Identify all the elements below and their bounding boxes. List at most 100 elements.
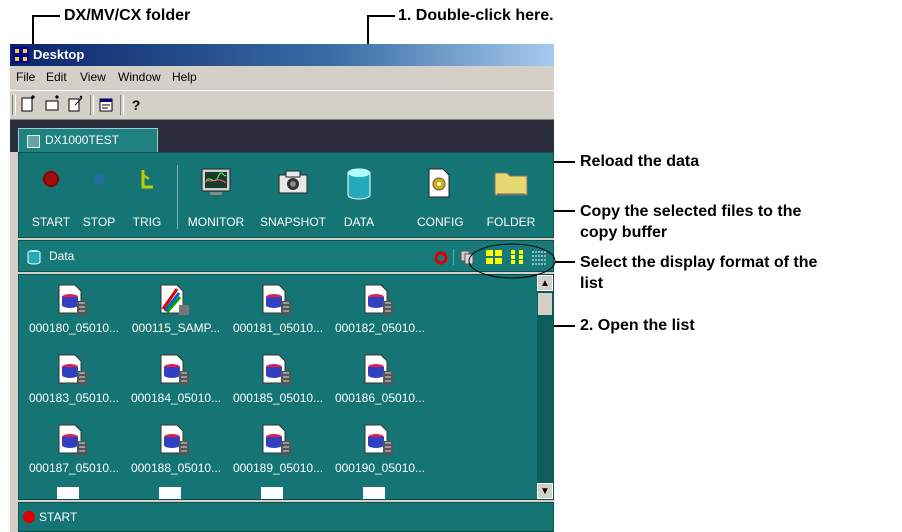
trig-label: TRIG [132, 215, 162, 229]
data-file-icon [364, 284, 393, 315]
snapshot-button[interactable]: SNAPSHOT [255, 161, 331, 231]
data-file-icon [160, 424, 189, 455]
list-title: Data [49, 249, 75, 263]
new-folder-icon[interactable] [42, 95, 62, 115]
list-item[interactable]: 000183_05010... [23, 345, 125, 415]
file-name: 000190_05010... [334, 461, 426, 475]
menu-window[interactable]: Window [118, 70, 161, 84]
monitor-button[interactable]: MONITOR [181, 161, 251, 231]
file-name: 000182_05010... [334, 321, 426, 335]
new-icon[interactable] [18, 95, 38, 115]
desktop-window: Desktop File Edit View Window Help ? DX1… [10, 44, 554, 532]
menu-edit[interactable]: Edit [46, 70, 67, 84]
menu-help[interactable]: Help [172, 70, 197, 84]
standard-toolbar: ? [10, 90, 554, 120]
header-divider [453, 249, 454, 265]
camera-icon [278, 170, 308, 194]
file-name: 000186_05010... [334, 391, 426, 405]
scroll-thumb[interactable] [538, 293, 552, 315]
list-item[interactable]: 000186_05010... [329, 345, 431, 415]
trig-button[interactable]: TRIG [127, 161, 167, 231]
data-file-icon [160, 354, 189, 385]
folder-label: FOLDER [486, 215, 536, 229]
tab-strip: DX1000TEST [10, 120, 554, 152]
window-title: Desktop [33, 47, 85, 62]
data-file-icon [262, 284, 291, 315]
app-icon [13, 47, 29, 63]
help-icon[interactable]: ? [126, 95, 146, 115]
list-item[interactable]: 000184_05010... [125, 345, 227, 415]
data-leader-h [367, 15, 395, 17]
status-bar: START [18, 502, 554, 532]
sample-file-icon [160, 284, 189, 315]
title-bar[interactable]: Desktop [10, 44, 554, 66]
database-icon [347, 168, 371, 200]
data-file-icon [58, 284, 87, 315]
stop-button[interactable]: STOP [77, 161, 121, 231]
snapshot-label: SNAPSHOT [259, 215, 326, 229]
list-item[interactable]: 000188_05010... [125, 415, 227, 485]
toolbar-divider [177, 165, 178, 229]
main-toolbar: START STOP TRIG MONITOR SNAPSHOT DATA CO… [18, 152, 554, 238]
data-cylinder-icon [27, 250, 41, 265]
monitor-label: MONITOR [187, 215, 245, 229]
list-item[interactable]: 000181_05010... [227, 275, 329, 345]
data-file-icon [364, 424, 393, 455]
new-window-icon[interactable] [66, 95, 86, 115]
record-status-icon [23, 511, 35, 523]
menu-bar: File Edit View Window Help [10, 66, 554, 88]
data-file-icon [262, 354, 291, 385]
list-item[interactable]: 000182_05010... [329, 275, 431, 345]
reload-icon[interactable] [433, 250, 449, 266]
file-list[interactable]: 000180_05010... 000115_SAMP... 000181_05… [18, 274, 554, 500]
data-file-icon [364, 354, 393, 385]
format-leader [555, 261, 575, 263]
monitor-icon [201, 168, 231, 195]
stop-label: STOP [82, 215, 116, 229]
folder-checkbox-icon [27, 135, 40, 148]
record-icon [43, 171, 59, 187]
copy-callout-line2: copy buffer [580, 224, 668, 241]
partial-file-icon [57, 487, 79, 499]
partial-file-icon [261, 487, 283, 499]
menu-view[interactable]: View [80, 70, 106, 84]
reload-callout: Reload the data [580, 153, 700, 170]
folder-button[interactable]: FOLDER [483, 161, 539, 231]
format-callout-line1: Select the display format of the [580, 254, 818, 271]
list-item[interactable]: 000190_05010... [329, 415, 431, 485]
trigger-icon [141, 170, 153, 189]
double-click-callout: 1. Double-click here. [398, 7, 554, 24]
data-label: DATA [343, 215, 375, 229]
config-button[interactable]: CONFIG [417, 161, 464, 231]
list-item[interactable]: 000180_05010... [23, 275, 125, 345]
open-list-callout: 2. Open the list [580, 317, 695, 334]
copy-callout-line1: Copy the selected files to the [580, 203, 802, 220]
data-file-icon [262, 424, 291, 455]
folder-icon [494, 172, 528, 196]
toolbar-separator-2 [120, 95, 124, 115]
scroll-down-arrow-icon[interactable]: ▼ [537, 483, 553, 499]
start-button[interactable]: START [27, 161, 75, 231]
display-format-highlight [468, 243, 556, 279]
partial-file-icon [159, 487, 181, 499]
format-callout-line2: list [580, 275, 604, 292]
vertical-scrollbar[interactable]: ▲ ▼ [537, 275, 553, 499]
tab-dx1000test[interactable]: DX1000TEST [18, 128, 158, 152]
menu-file[interactable]: File [16, 70, 35, 84]
list-item[interactable]: 000189_05010... [227, 415, 329, 485]
status-text: START [39, 510, 78, 524]
data-file-icon [58, 424, 87, 455]
list-item[interactable]: 000187_05010... [23, 415, 125, 485]
list-item[interactable]: 000185_05010... [227, 345, 329, 415]
toolbar-separator [90, 95, 94, 115]
config-icon [428, 168, 450, 198]
config-label: CONFIG [417, 215, 464, 229]
start-label: START [31, 215, 71, 229]
toolbar-grip [12, 95, 16, 115]
properties-icon[interactable] [96, 95, 116, 115]
folder-leader-h [32, 15, 60, 17]
data-button[interactable]: DATA [337, 161, 381, 231]
partial-file-icon [363, 487, 385, 499]
list-item[interactable]: 000115_SAMP... [125, 275, 227, 345]
stop-icon [94, 174, 104, 184]
